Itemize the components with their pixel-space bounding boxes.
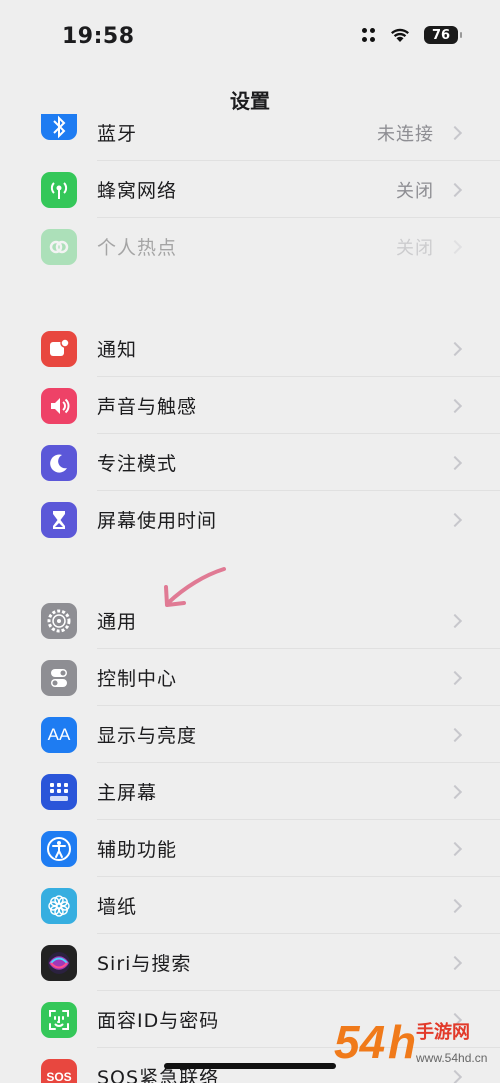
- cellular-icon: [41, 171, 77, 208]
- status-bar: 19:58 76: [0, 0, 500, 70]
- settings-row-focus[interactable]: 专注模式: [0, 434, 500, 491]
- settings-row-wallpaper[interactable]: 墙纸: [0, 877, 500, 934]
- settings-row-sound[interactable]: 声音与触感: [0, 377, 500, 434]
- chevron-right-icon: [447, 670, 463, 685]
- sos-icon: SOS: [41, 1058, 77, 1083]
- wifi-icon: [391, 28, 409, 42]
- siri-icon: [41, 944, 77, 981]
- accessibility-label: 辅助功能: [97, 839, 178, 861]
- settings-row-general[interactable]: 通用: [0, 592, 500, 649]
- chevron-right-icon: [447, 341, 463, 356]
- settings-row-display[interactable]: AA 显示与亮度: [0, 706, 500, 763]
- chevron-right-icon: [447, 955, 463, 970]
- cellular-signal-icon: [362, 28, 376, 42]
- home-indicator[interactable]: [164, 1063, 336, 1069]
- bluetooth-icon: [41, 114, 77, 140]
- wallpaper-label: 墙纸: [97, 896, 138, 918]
- chevron-right-icon: [447, 398, 463, 413]
- wallpaper-flower-icon: [41, 887, 77, 924]
- chevron-right-icon: [447, 182, 463, 197]
- control-center-label: 控制中心: [97, 668, 178, 690]
- battery-indicator: 76: [424, 26, 462, 44]
- display-aa-icon: AA: [41, 716, 77, 753]
- settings-row-hotspot[interactable]: 个人热点 关闭: [0, 218, 500, 275]
- display-label: 显示与亮度: [97, 725, 198, 747]
- cellular-label: 蜂窝网络: [97, 180, 178, 202]
- hotspot-icon: [41, 228, 77, 265]
- chevron-right-icon: [447, 455, 463, 470]
- settings-row-screen-time[interactable]: 屏幕使用时间: [0, 491, 500, 548]
- settings-row-siri[interactable]: Siri与搜索: [0, 934, 500, 991]
- accessibility-icon: [41, 830, 77, 867]
- bluetooth-value: 未连接: [377, 123, 434, 145]
- cellular-value: 关闭: [396, 180, 434, 202]
- svg-text:h: h: [388, 1016, 416, 1068]
- gear-icon: [41, 602, 77, 639]
- siri-label: Siri与搜索: [97, 953, 192, 975]
- svg-text:手游网: 手游网: [416, 1021, 470, 1043]
- chevron-right-icon: [447, 898, 463, 913]
- hotspot-value: 关闭: [396, 237, 434, 259]
- chevron-right-icon: [447, 239, 463, 254]
- focus-label: 专注模式: [97, 453, 178, 475]
- chevron-right-icon: [447, 512, 463, 527]
- home-screen-label: 主屏幕: [97, 782, 158, 804]
- hourglass-icon: [41, 501, 77, 538]
- face-id-icon: [41, 1001, 77, 1038]
- notifications-group: 通知 声音与触感 专注模式 屏幕使用时间: [0, 320, 500, 548]
- chevron-right-icon: [447, 841, 463, 856]
- settings-row-control-center[interactable]: 控制中心: [0, 649, 500, 706]
- chevron-right-icon: [447, 125, 463, 140]
- screen-time-label: 屏幕使用时间: [97, 510, 218, 532]
- notifications-icon: [41, 330, 77, 367]
- site-watermark-logo: 54 h 手游网 www.54hd.cn: [334, 1016, 487, 1068]
- settings-row-bluetooth[interactable]: 蓝牙 未连接: [0, 104, 500, 161]
- sound-icon: [41, 387, 77, 424]
- connectivity-group: 蓝牙 未连接 蜂窝网络 关闭 个人热点 关闭: [0, 104, 500, 275]
- chevron-right-icon: [447, 784, 463, 799]
- svg-text:54: 54: [334, 1016, 385, 1068]
- general-label: 通用: [97, 611, 138, 633]
- notifications-label: 通知: [97, 339, 138, 361]
- status-time: 19:58: [62, 24, 135, 49]
- hotspot-label: 个人热点: [97, 237, 178, 259]
- settings-row-home-screen[interactable]: 主屏幕: [0, 763, 500, 820]
- status-icons: 76: [362, 26, 462, 44]
- face-id-label: 面容ID与密码: [97, 1010, 220, 1032]
- bluetooth-label: 蓝牙: [97, 123, 138, 145]
- home-screen-icon: [41, 773, 77, 810]
- settings-row-cellular[interactable]: 蜂窝网络 关闭: [0, 161, 500, 218]
- settings-row-notifications[interactable]: 通知: [0, 320, 500, 377]
- focus-moon-icon: [41, 444, 77, 481]
- toggles-icon: [41, 659, 77, 696]
- sound-label: 声音与触感: [97, 396, 198, 418]
- svg-text:www.54hd.cn: www.54hd.cn: [415, 1051, 487, 1065]
- settings-row-accessibility[interactable]: 辅助功能: [0, 820, 500, 877]
- chevron-right-icon: [447, 727, 463, 742]
- chevron-right-icon: [447, 613, 463, 628]
